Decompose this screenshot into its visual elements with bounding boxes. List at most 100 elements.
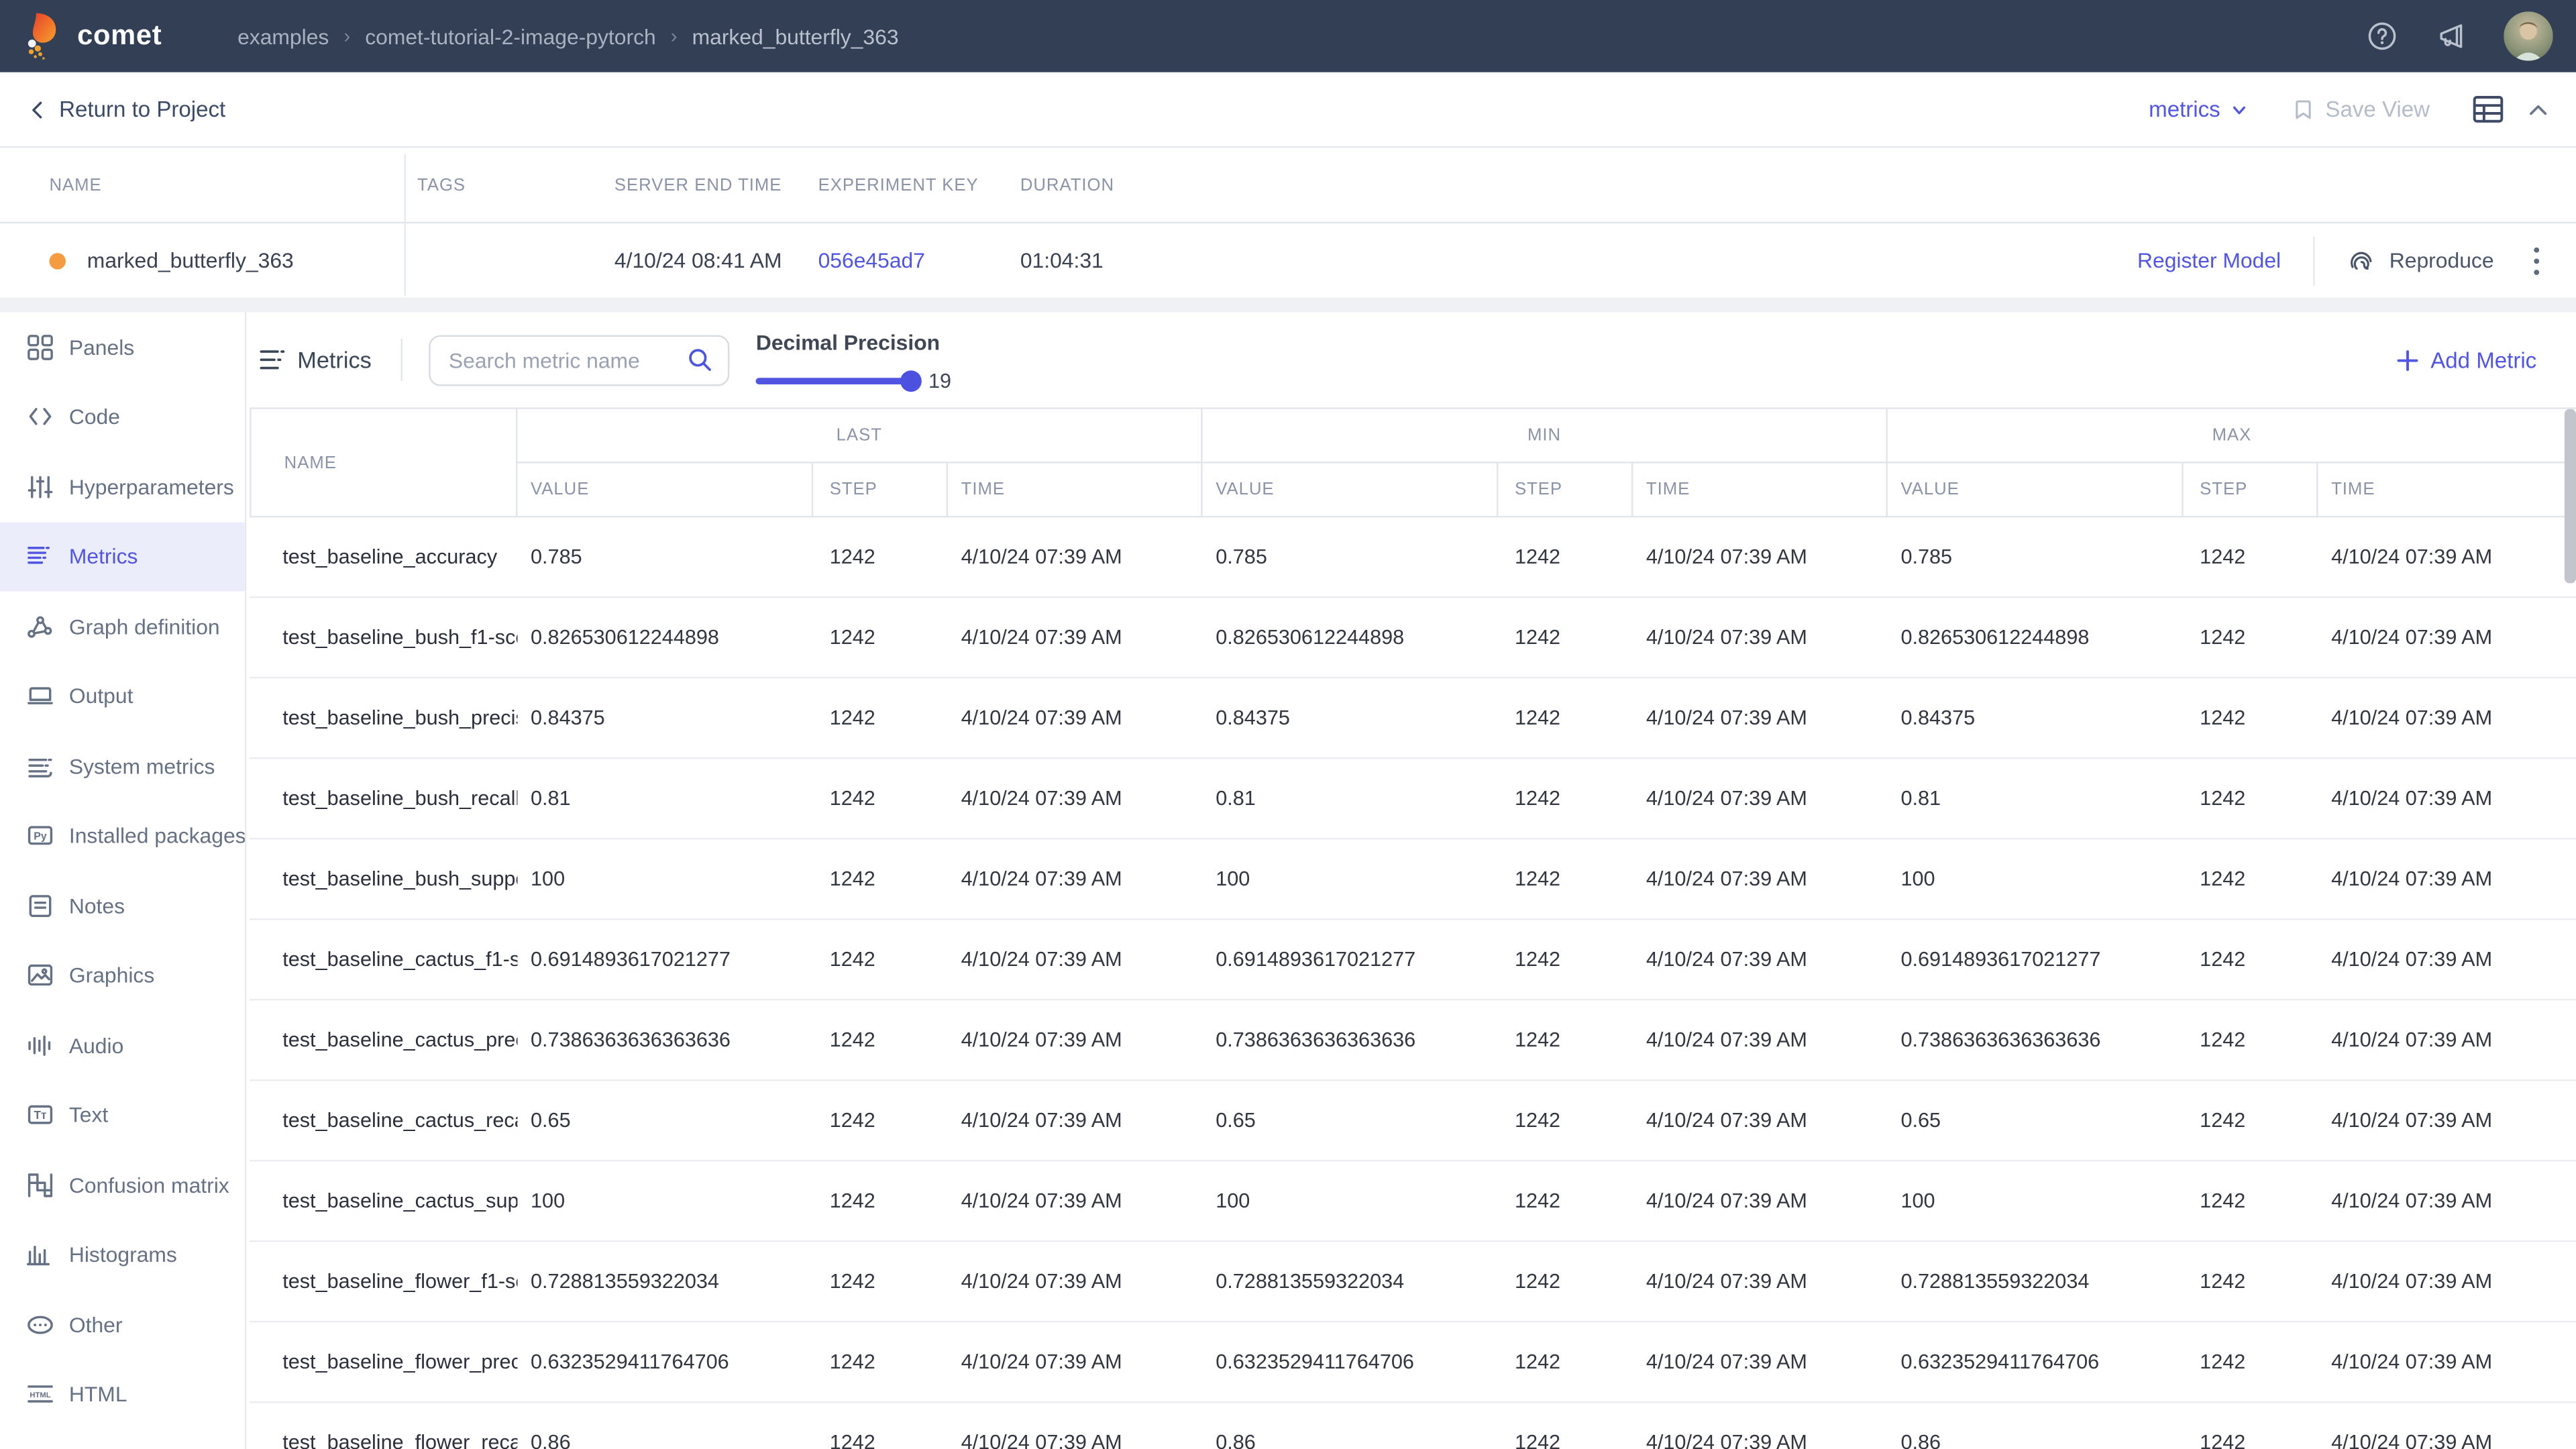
metric-row[interactable]: test_baseline_bush_precision 0.84375 124… bbox=[250, 678, 2576, 759]
metric-row[interactable]: test_baseline_cactus_support 100 1242 4/… bbox=[250, 1161, 2576, 1242]
text-icon: Tᴛ bbox=[26, 1101, 54, 1129]
help-icon[interactable] bbox=[2366, 19, 2399, 52]
metric-row[interactable]: test_baseline_bush_f1-score 0.8265306122… bbox=[250, 598, 2576, 678]
table-header-name[interactable]: NAME bbox=[252, 409, 518, 518]
max-value-cell: 0.785 bbox=[1888, 545, 2184, 568]
metric-row[interactable]: test_baseline_bush_support 100 1242 4/10… bbox=[250, 839, 2576, 920]
sidebar-item-histograms[interactable]: Histograms bbox=[0, 1220, 245, 1289]
search-icon[interactable] bbox=[687, 347, 713, 373]
sidebar-item-graph-definition[interactable]: Graph definition bbox=[0, 592, 245, 661]
audio-icon bbox=[26, 1031, 54, 1059]
more-options-kebab-icon[interactable] bbox=[2527, 246, 2546, 275]
min-step-cell: 1242 bbox=[1498, 1189, 1633, 1212]
sub-header-min-time[interactable]: TIME bbox=[1633, 464, 1888, 518]
breadcrumb-experiment[interactable]: marked_butterfly_363 bbox=[692, 24, 899, 49]
divider bbox=[2314, 235, 2315, 284]
register-model-button[interactable]: Register Model bbox=[2137, 248, 2281, 273]
min-time-cell: 4/10/24 07:39 AM bbox=[1633, 948, 1888, 971]
logo-text: comet bbox=[77, 19, 162, 52]
column-header-experiment-key: EXPERIMENT KEY bbox=[805, 175, 1007, 195]
top-header: comet examples › comet-tutorial-2-image-… bbox=[0, 0, 2576, 72]
back-chevron-icon bbox=[26, 98, 49, 121]
max-value-cell: 0.728813559322034 bbox=[1888, 1270, 2184, 1293]
min-value-cell: 0.84375 bbox=[1203, 706, 1499, 729]
installed-packages-icon: Py bbox=[26, 822, 54, 850]
reproduce-button[interactable]: Reproduce bbox=[2349, 246, 2494, 274]
confusion-matrix-icon bbox=[26, 1171, 54, 1199]
min-value-cell: 0.826530612244898 bbox=[1203, 626, 1499, 649]
last-step-cell: 1242 bbox=[813, 1028, 948, 1051]
metric-row[interactable]: test_baseline_flower_f1-score 0.72881355… bbox=[250, 1242, 2576, 1322]
sidebar-item-hyperparameters[interactable]: Hyperparameters bbox=[0, 451, 245, 521]
last-step-cell: 1242 bbox=[813, 948, 948, 971]
experiment-name[interactable]: marked_butterfly_363 bbox=[87, 248, 294, 273]
sidebar-item-notes[interactable]: Notes bbox=[0, 871, 245, 941]
vertical-scrollbar-thumb[interactable] bbox=[2565, 409, 2576, 584]
min-time-cell: 4/10/24 07:39 AM bbox=[1633, 867, 1888, 890]
sidebar-item-output[interactable]: Output bbox=[0, 661, 245, 731]
experiment-row: marked_butterfly_363 4/10/24 08:41 AM 05… bbox=[0, 223, 2576, 297]
column-header-server-end-time: SERVER END TIME bbox=[601, 175, 805, 195]
last-value-cell: 0.6914893617021277 bbox=[517, 948, 813, 971]
metric-row[interactable]: test_baseline_cactus_recall 0.65 1242 4/… bbox=[250, 1081, 2576, 1161]
min-step-cell: 1242 bbox=[1498, 1431, 1633, 1449]
sub-header-max-value[interactable]: VALUE bbox=[1888, 464, 2184, 518]
last-value-cell: 100 bbox=[517, 1189, 813, 1212]
sidebar-item-graphics[interactable]: Graphics bbox=[0, 941, 245, 1010]
sidebar-item-code[interactable]: Code bbox=[0, 382, 245, 451]
sidebar-item-label: Code bbox=[69, 405, 120, 429]
sub-header-min-value[interactable]: VALUE bbox=[1203, 464, 1499, 518]
sidebar-item-other[interactable]: Other bbox=[0, 1289, 245, 1359]
sub-header-max-step[interactable]: STEP bbox=[2184, 464, 2318, 518]
sidebar-item-confusion-matrix[interactable]: Confusion matrix bbox=[0, 1150, 245, 1220]
sidebar-item-audio[interactable]: Audio bbox=[0, 1010, 245, 1080]
breadcrumb-project[interactable]: comet-tutorial-2-image-pytorch bbox=[365, 24, 656, 49]
slider-thumb[interactable] bbox=[900, 370, 922, 392]
user-avatar[interactable] bbox=[2504, 11, 2553, 60]
other-icon bbox=[26, 1311, 54, 1339]
comet-logo[interactable]: comet bbox=[23, 11, 162, 60]
sidebar-item-metrics[interactable]: Metrics bbox=[0, 522, 245, 592]
last-time-cell: 4/10/24 07:39 AM bbox=[948, 1189, 1203, 1212]
max-time-cell: 4/10/24 07:39 AM bbox=[2318, 948, 2576, 971]
last-time-cell: 4/10/24 07:39 AM bbox=[948, 1350, 1203, 1373]
metric-row[interactable]: test_baseline_accuracy 0.785 1242 4/10/2… bbox=[250, 517, 2576, 598]
save-view-button[interactable]: Save View bbox=[2292, 97, 2430, 121]
metric-search-input[interactable] bbox=[449, 347, 677, 372]
view-dropdown[interactable]: metrics bbox=[2149, 97, 2250, 121]
metric-row[interactable]: test_baseline_bush_recall 0.81 1242 4/10… bbox=[250, 759, 2576, 839]
max-time-cell: 4/10/24 07:39 AM bbox=[2318, 1350, 2576, 1373]
min-value-cell: 0.81 bbox=[1203, 787, 1499, 810]
table-layout-icon[interactable] bbox=[2473, 95, 2504, 123]
max-value-cell: 100 bbox=[1888, 1189, 2184, 1212]
metric-row[interactable]: test_baseline_flower_recall 0.86 1242 4/… bbox=[250, 1403, 2576, 1449]
sidebar-item-panels[interactable]: Panels bbox=[0, 312, 245, 382]
graphics-icon bbox=[26, 961, 54, 989]
sub-header-last-step[interactable]: STEP bbox=[813, 464, 948, 518]
sidebar-item-assets-artifacts[interactable]: Assets & Artifacts bbox=[0, 1430, 245, 1449]
metric-row[interactable]: test_baseline_cactus_f1-score 0.69148936… bbox=[250, 920, 2576, 1000]
return-to-project-link[interactable]: Return to Project bbox=[26, 97, 225, 121]
sub-header-last-time[interactable]: TIME bbox=[948, 464, 1203, 518]
last-value-cell: 0.81 bbox=[517, 787, 813, 810]
sub-header-min-step[interactable]: STEP bbox=[1498, 464, 1633, 518]
metric-name-cell: test_baseline_bush_recall bbox=[250, 787, 517, 810]
sidebar-item-installed-packages[interactable]: Py Installed packages bbox=[0, 801, 245, 871]
collapse-chevron-up-icon[interactable] bbox=[2527, 99, 2550, 119]
min-time-cell: 4/10/24 07:39 AM bbox=[1633, 706, 1888, 729]
last-step-cell: 1242 bbox=[813, 706, 948, 729]
breadcrumb-project-group[interactable]: examples bbox=[237, 24, 329, 49]
sub-header-max-time[interactable]: TIME bbox=[2318, 464, 2576, 518]
sub-header-last-value[interactable]: VALUE bbox=[517, 464, 813, 518]
experiment-key-link[interactable]: 056e45ad7 bbox=[818, 248, 925, 273]
sidebar-item-system-metrics[interactable]: System metrics bbox=[0, 731, 245, 801]
metric-row[interactable]: test_baseline_cactus_precision 0.7386363… bbox=[250, 1000, 2576, 1081]
svg-text:Tᴛ: Tᴛ bbox=[34, 1108, 47, 1122]
min-time-cell: 4/10/24 07:39 AM bbox=[1633, 1028, 1888, 1051]
add-metric-button[interactable]: Add Metric bbox=[2398, 347, 2550, 372]
decimal-precision-slider[interactable] bbox=[756, 378, 912, 384]
sidebar-item-html[interactable]: HTML HTML bbox=[0, 1360, 245, 1430]
megaphone-icon[interactable] bbox=[2434, 19, 2467, 52]
sidebar-item-text[interactable]: Tᴛ Text bbox=[0, 1080, 245, 1150]
metric-row[interactable]: test_baseline_flower_precision 0.6323529… bbox=[250, 1322, 2576, 1403]
